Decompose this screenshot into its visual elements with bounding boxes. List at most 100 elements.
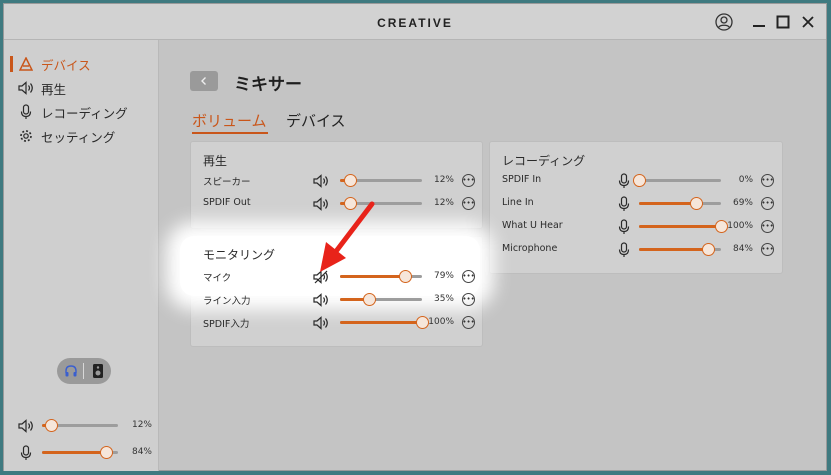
minimize-button[interactable] bbox=[749, 12, 769, 32]
volume-value: 100% bbox=[727, 221, 753, 231]
gear-icon bbox=[18, 128, 34, 144]
account-button[interactable] bbox=[714, 12, 734, 32]
sidebar-item-device[interactable]: デバイス bbox=[18, 54, 91, 74]
volume-value: 84% bbox=[732, 244, 753, 254]
microphone-icon[interactable] bbox=[616, 219, 632, 235]
volume-value: 100% bbox=[428, 317, 454, 327]
volume-slider[interactable] bbox=[639, 219, 728, 235]
channel-label: Microphone bbox=[502, 243, 558, 254]
slider-knob[interactable] bbox=[343, 174, 357, 187]
chevron-left-icon bbox=[201, 77, 206, 85]
mic-volume-slider[interactable] bbox=[42, 445, 118, 461]
user-icon bbox=[715, 13, 733, 31]
card-title: モニタリング bbox=[203, 248, 276, 262]
tab-device[interactable]: デバイス bbox=[286, 110, 346, 131]
output-toggle[interactable] bbox=[57, 358, 111, 384]
channel-label: SPDIF In bbox=[502, 174, 542, 185]
volume-slider[interactable] bbox=[340, 315, 429, 331]
volume-slider[interactable] bbox=[633, 173, 721, 189]
slider-fill bbox=[639, 248, 708, 251]
channel-label: マイク bbox=[203, 273, 232, 284]
slider-fill bbox=[639, 225, 721, 228]
volume-slider[interactable] bbox=[639, 242, 721, 258]
more-options-icon[interactable]: ••• bbox=[462, 174, 475, 187]
more-options-icon[interactable]: ••• bbox=[761, 243, 774, 256]
slider-knob[interactable] bbox=[362, 293, 376, 306]
more-options-icon[interactable]: ••• bbox=[761, 220, 774, 233]
volume-value: 69% bbox=[732, 198, 753, 208]
speaker-icon[interactable] bbox=[313, 173, 329, 189]
slider-knob[interactable] bbox=[633, 174, 646, 187]
back-button[interactable] bbox=[190, 71, 218, 91]
slider-knob[interactable] bbox=[398, 270, 412, 283]
volume-value: 35% bbox=[433, 294, 454, 304]
speaker-icon bbox=[18, 419, 33, 433]
volume-value: 12% bbox=[433, 175, 454, 185]
volume-value: 0% bbox=[738, 175, 753, 185]
master-volume-row: 12% bbox=[18, 418, 158, 434]
speaker-icon[interactable] bbox=[313, 315, 329, 331]
volume-slider[interactable] bbox=[340, 292, 422, 308]
minimize-icon bbox=[753, 25, 765, 27]
volume-slider[interactable] bbox=[639, 196, 721, 212]
red-arrow-icon bbox=[320, 201, 375, 272]
active-indicator bbox=[10, 56, 13, 72]
sidebar-item-label: セッティング bbox=[41, 129, 116, 145]
close-button[interactable] bbox=[798, 12, 818, 32]
channel-label: ライン入力 bbox=[203, 296, 251, 307]
microphone-icon bbox=[20, 445, 32, 460]
device-icon bbox=[18, 56, 34, 72]
more-options-icon[interactable]: ••• bbox=[462, 197, 475, 210]
maximize-icon bbox=[776, 15, 790, 29]
volume-value: 12% bbox=[433, 198, 454, 208]
channel-label: スピーカー bbox=[203, 177, 251, 188]
more-options-icon[interactable]: ••• bbox=[462, 270, 475, 283]
master-volume-value: 12% bbox=[131, 420, 152, 430]
volume-value: 79% bbox=[433, 271, 454, 281]
speaker-icon[interactable] bbox=[313, 292, 329, 308]
more-options-icon[interactable]: ••• bbox=[462, 316, 475, 329]
microphone-icon bbox=[18, 104, 34, 120]
slider-knob[interactable] bbox=[45, 419, 59, 432]
close-icon bbox=[802, 16, 814, 28]
slider-fill bbox=[42, 451, 106, 454]
toggle-divider bbox=[83, 363, 84, 379]
headphones-icon[interactable] bbox=[63, 363, 79, 379]
card-title: 再生 bbox=[203, 154, 228, 168]
slider-fill bbox=[340, 321, 422, 324]
microphone-icon[interactable] bbox=[616, 196, 632, 212]
brand-logo: CREATIVE bbox=[377, 16, 453, 30]
speaker-icon bbox=[18, 80, 34, 96]
slider-knob[interactable] bbox=[701, 243, 715, 256]
sidebar-item-label: レコーディング bbox=[41, 105, 128, 121]
channel-label: What U Hear bbox=[502, 220, 563, 231]
page-title: ミキサー bbox=[234, 75, 302, 95]
more-options-icon[interactable]: ••• bbox=[761, 197, 774, 210]
more-options-icon[interactable]: ••• bbox=[761, 174, 774, 187]
sidebar-item-recording[interactable]: レコーディング bbox=[18, 102, 128, 122]
sidebar-item-playback[interactable]: 再生 bbox=[18, 78, 66, 98]
mic-volume-value: 84% bbox=[131, 447, 152, 457]
master-volume-slider[interactable] bbox=[42, 418, 118, 434]
volume-slider[interactable] bbox=[340, 173, 422, 189]
slider-knob[interactable] bbox=[99, 446, 113, 459]
slider-track bbox=[639, 179, 721, 182]
sidebar-item-settings[interactable]: セッティング bbox=[18, 126, 115, 146]
channel-label: SPDIF Out bbox=[203, 197, 251, 208]
app-window: CREATIVE デバイス 再生 レコーディング セッティング 12% 84% … bbox=[3, 3, 827, 471]
microphone-icon[interactable] bbox=[616, 242, 632, 258]
sidebar-item-label: 再生 bbox=[41, 81, 67, 97]
channel-label: SPDIF入力 bbox=[203, 319, 250, 330]
sidebar: デバイス 再生 レコーディング セッティング 12% 84% bbox=[4, 40, 159, 471]
tab-volume[interactable]: ボリューム bbox=[192, 110, 267, 131]
sidebar-item-label: デバイス bbox=[41, 57, 91, 73]
microphone-icon[interactable] bbox=[616, 173, 632, 189]
speaker-box-icon[interactable] bbox=[90, 363, 106, 379]
title-bar: CREATIVE bbox=[4, 4, 826, 40]
card-title: レコーディング bbox=[502, 154, 586, 168]
slider-fill bbox=[639, 202, 696, 205]
maximize-button[interactable] bbox=[773, 12, 793, 32]
more-options-icon[interactable]: ••• bbox=[462, 293, 475, 306]
slider-knob[interactable] bbox=[689, 197, 703, 210]
tab-underline bbox=[192, 132, 268, 134]
